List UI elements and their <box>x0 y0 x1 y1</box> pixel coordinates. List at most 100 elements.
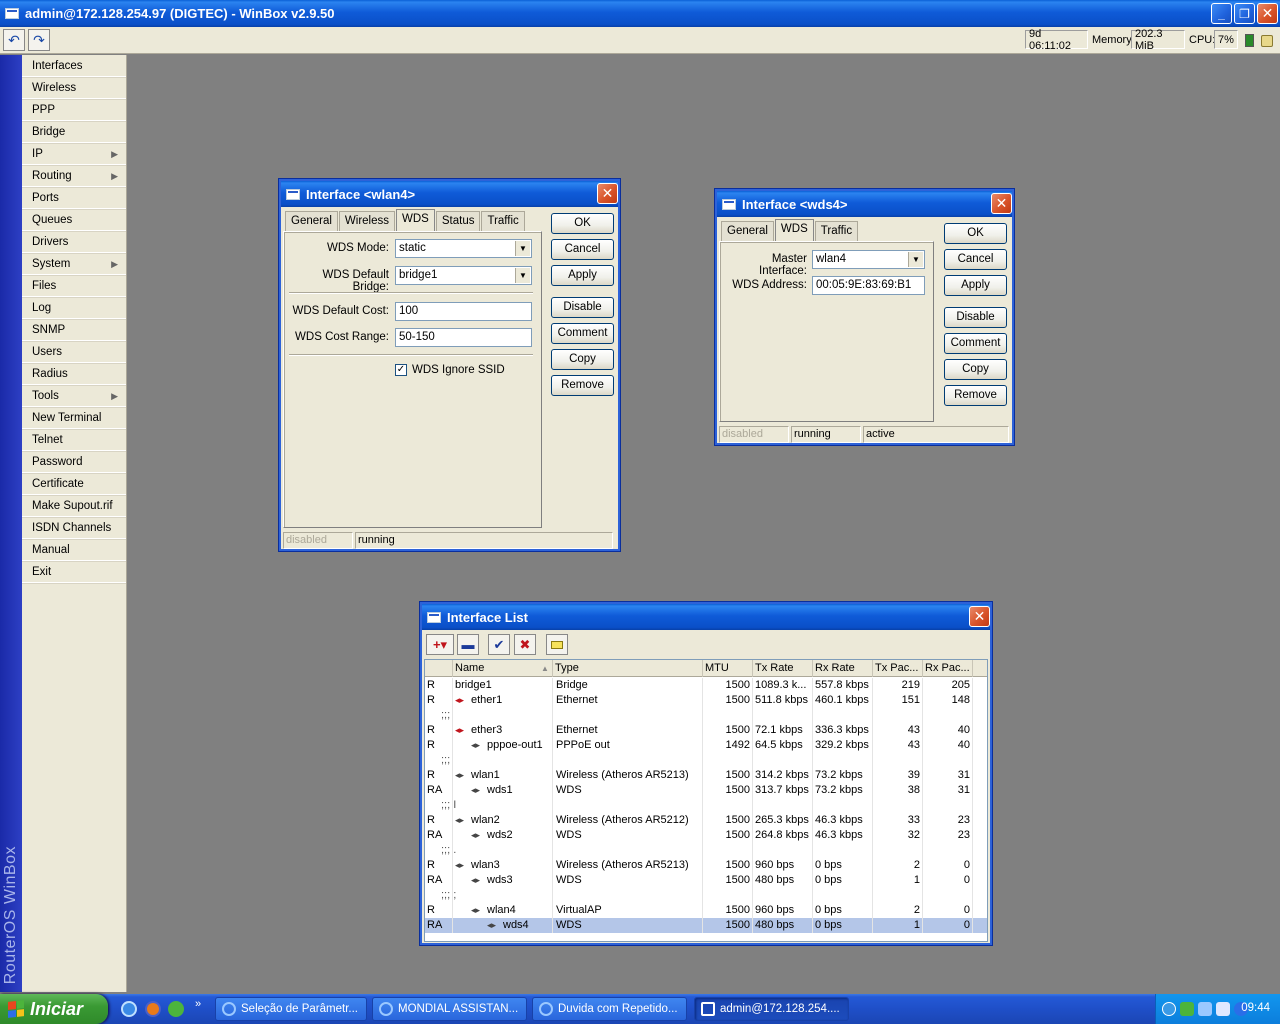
comment-note-icon[interactable] <box>546 634 568 655</box>
taskbar-item-3[interactable]: Duvida com Repetido... <box>532 997 687 1021</box>
tray-network-icon[interactable] <box>1198 1002 1212 1016</box>
comment-row[interactable]: ;;; <box>425 708 987 723</box>
sidebar-item-system[interactable]: System ▶ <box>22 253 126 275</box>
remove-icon[interactable]: ▬ <box>457 634 479 655</box>
comment-button[interactable]: Comment <box>944 333 1007 354</box>
ok-button[interactable]: OK <box>944 223 1007 244</box>
firefox-icon[interactable] <box>145 1001 161 1017</box>
start-button[interactable]: Iniciar <box>0 994 108 1024</box>
tray-messenger-icon[interactable] <box>1180 1002 1194 1016</box>
sidebar-item-isdn-channels[interactable]: ISDN Channels <box>22 517 126 539</box>
sidebar-item-certificate[interactable]: Certificate <box>22 473 126 495</box>
tab-general[interactable]: General <box>721 221 774 241</box>
wds4-close-button[interactable]: ✕ <box>991 193 1012 214</box>
table-row[interactable]: R ◂▸ wlan2 Wireless (Atheros AR5212) 1500 265… <box>425 813 987 828</box>
wds-bridge-select[interactable]: bridge1 ▼ <box>395 266 532 285</box>
wds-ignore-ssid-checkbox[interactable]: ✓ <box>395 364 407 376</box>
column-header-mtu[interactable]: MTU <box>703 660 753 677</box>
column-header-rx-rate[interactable]: Rx Rate <box>813 660 873 677</box>
wlan4-title-bar[interactable]: Interface <wlan4> ✕ <box>281 181 618 207</box>
comment-row[interactable]: ;;; I <box>425 798 987 813</box>
table-row[interactable]: RA ◂▸ wds4 WDS 1500 480 bps 0 bps 1 0 <box>425 918 987 933</box>
table-row[interactable]: RA ◂▸ wds3 WDS 1500 480 bps 0 bps 1 0 <box>425 873 987 888</box>
sidebar-item-telnet[interactable]: Telnet <box>22 429 126 451</box>
sidebar-item-make-supout[interactable]: Make Supout.rif <box>22 495 126 517</box>
tab-general[interactable]: General <box>285 211 338 231</box>
table-row[interactable]: R ◂▸ wlan4 VirtualAP 1500 960 bps 0 bps 2 0 <box>425 903 987 918</box>
sidebar-item-ip[interactable]: IP ▶ <box>22 143 126 165</box>
tab-status[interactable]: Status <box>435 211 481 231</box>
sidebar-item-users[interactable]: Users <box>22 341 126 363</box>
sidebar-item-log[interactable]: Log <box>22 297 126 319</box>
taskbar-item-1[interactable]: Seleção de Parâmetr... <box>215 997 367 1021</box>
sidebar-item-interfaces[interactable]: Interfaces <box>22 55 126 77</box>
comment-button[interactable]: Comment <box>551 323 614 344</box>
chevron-down-icon[interactable]: ▼ <box>515 268 530 283</box>
sidebar-item-radius[interactable]: Radius <box>22 363 126 385</box>
sidebar-item-ports[interactable]: Ports <box>22 187 126 209</box>
cancel-button[interactable]: Cancel <box>551 239 614 260</box>
redo-icon[interactable]: ↷ <box>28 29 50 51</box>
column-header-name[interactable]: Name <box>453 660 553 677</box>
wds-range-input[interactable]: 50-150 <box>395 328 532 347</box>
sidebar-item-password[interactable]: Password <box>22 451 126 473</box>
table-row[interactable]: R ◂▸ ether3 Ethernet 1500 72.1 kbps 336.3 kbps… <box>425 723 987 738</box>
master-interface-select[interactable]: wlan4 ▼ <box>812 250 925 269</box>
taskbar-item-2[interactable]: MONDIAL ASSISTAN... <box>372 997 527 1021</box>
close-button[interactable]: ✕ <box>1257 3 1278 24</box>
disable-x-icon[interactable]: ✖ <box>514 634 536 655</box>
tab-wds[interactable]: WDS <box>774 219 814 241</box>
sidebar-item-manual[interactable]: Manual <box>22 539 126 561</box>
remove-button[interactable]: Remove <box>944 385 1007 406</box>
wds-address-input[interactable]: 00:05:9E:83:69:B1 <box>812 276 925 295</box>
sidebar-item-routing[interactable]: Routing ▶ <box>22 165 126 187</box>
comment-row[interactable]: ;;; ; <box>425 888 987 903</box>
sidebar-item-new-terminal[interactable]: New Terminal <box>22 407 126 429</box>
copy-button[interactable]: Copy <box>944 359 1007 380</box>
taskbar-item-4[interactable]: admin@172.128.254.... <box>694 997 849 1021</box>
table-row[interactable]: R ◂▸ wlan3 Wireless (Atheros AR5213) 1500 960… <box>425 858 987 873</box>
copy-button[interactable]: Copy <box>551 349 614 370</box>
interface-list-close-button[interactable]: ✕ <box>969 606 990 627</box>
wds-cost-input[interactable]: 100 <box>395 302 532 321</box>
tab-wds[interactable]: WDS <box>396 209 435 231</box>
comment-row[interactable]: ;;; <box>425 753 987 768</box>
table-row[interactable]: RA ◂▸ wds2 WDS 1500 264.8 kbps 46.3 kbps 32 23 <box>425 828 987 843</box>
wds-mode-select[interactable]: static ▼ <box>395 239 532 258</box>
enable-check-icon[interactable]: ✔ <box>488 634 510 655</box>
table-row[interactable]: Rbridge1 Bridge 1500 1089.3 k... 557.8 kbps 2… <box>425 678 987 693</box>
column-header-rx-packets[interactable]: Rx Pac... <box>923 660 973 677</box>
sidebar-item-files[interactable]: Files <box>22 275 126 297</box>
sidebar-item-queues[interactable]: Queues <box>22 209 126 231</box>
sidebar-item-exit[interactable]: Exit <box>22 561 126 583</box>
cancel-button[interactable]: Cancel <box>944 249 1007 270</box>
sidebar-item-snmp[interactable]: SNMP <box>22 319 126 341</box>
tab-traffic[interactable]: Traffic <box>481 211 525 231</box>
tray-expand-icon[interactable] <box>1162 1002 1176 1016</box>
table-row[interactable]: R ◂▸ pppoe-out1 PPPoE out 1492 64.5 kbps 329.2… <box>425 738 987 753</box>
ok-button[interactable]: OK <box>551 213 614 234</box>
table-row[interactable]: R ◂▸ ether1 Ethernet 1500 511.8 kbps 460.1 kbp… <box>425 693 987 708</box>
tab-traffic[interactable]: Traffic <box>814 221 859 241</box>
interface-list-title-bar[interactable]: Interface List ✕ <box>422 604 990 630</box>
apply-button[interactable]: Apply <box>551 265 614 286</box>
undo-icon[interactable]: ↶ <box>3 29 25 51</box>
main-title-bar[interactable]: admin@172.128.254.97 (DIGTEC) - WinBox v… <box>0 0 1280 27</box>
minimize-button[interactable]: _ <box>1211 3 1232 24</box>
table-row[interactable]: RA ◂▸ wds1 WDS 1500 313.7 kbps 73.2 kbps 38 31 <box>425 783 987 798</box>
sidebar-item-wireless[interactable]: Wireless <box>22 77 126 99</box>
sidebar-item-tools[interactable]: Tools ▶ <box>22 385 126 407</box>
remove-button[interactable]: Remove <box>551 375 614 396</box>
quicklaunch-more-icon[interactable]: » <box>195 998 201 1010</box>
apply-button[interactable]: Apply <box>944 275 1007 296</box>
ie-icon[interactable] <box>121 1001 137 1017</box>
chevron-down-icon[interactable]: ▼ <box>908 252 923 267</box>
sidebar-item-drivers[interactable]: Drivers <box>22 231 126 253</box>
disable-button[interactable]: Disable <box>944 307 1007 328</box>
column-header-type[interactable]: Type <box>553 660 703 677</box>
sidebar-item-ppp[interactable]: PPP <box>22 99 126 121</box>
sidebar-item-bridge[interactable]: Bridge <box>22 121 126 143</box>
messenger-icon[interactable] <box>168 1001 184 1017</box>
table-row[interactable]: R ◂▸ wlan1 Wireless (Atheros AR5213) 1500 314… <box>425 768 987 783</box>
add-icon[interactable]: +▾ <box>426 634 454 655</box>
